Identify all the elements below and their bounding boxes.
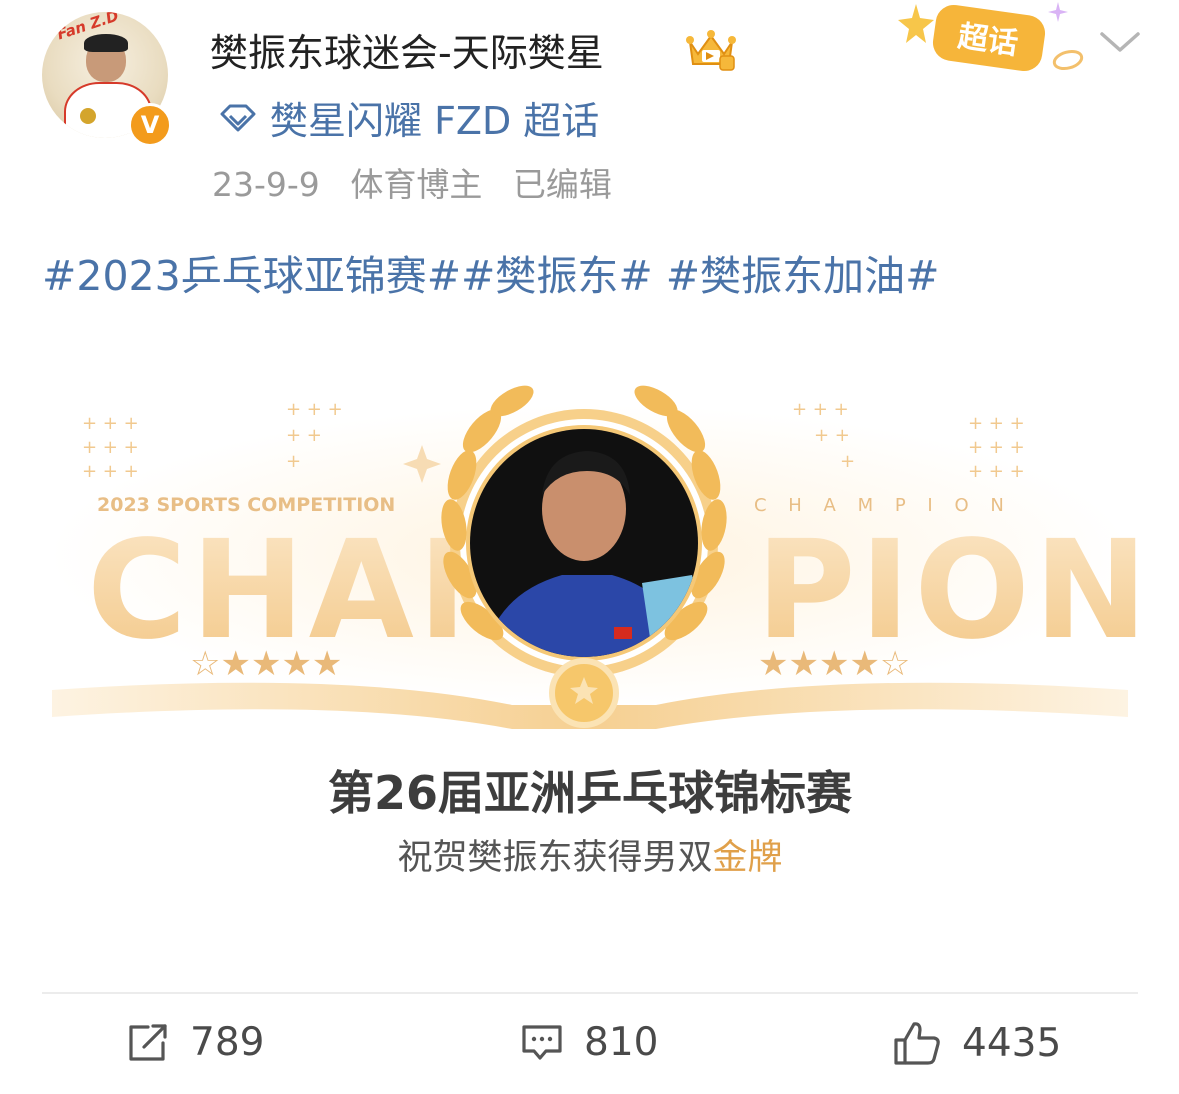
divider <box>42 992 1138 994</box>
post-image[interactable]: + + + + + + + + + + + + + + + + + + + + + + + … <box>42 325 1138 955</box>
svg-text:+ +: + + <box>286 425 322 446</box>
svg-text:+ + +: + + + <box>792 399 849 420</box>
svg-text:+ + +: + + + <box>968 437 1025 458</box>
comment-icon <box>522 1024 562 1060</box>
svg-text:+ + +: + + + <box>82 461 139 482</box>
svg-text:+ +: + + <box>814 425 850 446</box>
supertopic-link-label: 樊星闪耀 FZD 超话 <box>270 99 600 143</box>
verified-badge: V <box>128 103 172 147</box>
edited-label[interactable]: 已编辑 <box>513 165 612 204</box>
comment-count: 810 <box>584 1020 659 1065</box>
svg-text:★★★★☆: ★★★★☆ <box>758 644 910 684</box>
avatar-figure-hair <box>84 34 128 52</box>
post-hashtags[interactable]: #2023乒乓球亚锦赛##樊振东# #樊振东加油# <box>42 242 940 302</box>
svg-text:☆★★★★: ☆★★★★ <box>190 644 342 684</box>
post-date: 23-9-9 <box>212 165 320 204</box>
svg-text:+ + +: + + + <box>82 437 139 458</box>
supertopic-badge[interactable]: 超话 <box>898 0 1088 80</box>
image-title: 第26届亚洲乒乓球锦标赛 <box>327 766 852 820</box>
repost-count: 789 <box>190 1020 265 1065</box>
username[interactable]: 樊振东球迷会-天际樊星 <box>210 22 604 77</box>
repost-icon <box>129 1023 167 1061</box>
thumbs-up-icon <box>894 1022 940 1065</box>
image-subtitle-text: 祝贺樊振东获得男双 <box>397 838 713 878</box>
svg-text:+: + <box>286 451 301 472</box>
supertopic-link[interactable]: 樊星闪耀 FZD 超话 <box>218 90 599 145</box>
post-meta: 23-9-9 体育博主 已编辑 <box>212 158 632 206</box>
svg-text:+ + +: + + + <box>82 413 139 434</box>
image-subtitle-highlight: 金牌 <box>712 838 783 878</box>
image-subtitle: 祝贺樊振东获得男双金牌 <box>42 829 1138 880</box>
svg-text:+ + +: + + + <box>968 461 1025 482</box>
like-button[interactable]: 4435 <box>892 1020 1061 1066</box>
svg-text:+: + <box>840 451 855 472</box>
champion-banner: + + + + + + + + + + + + + + + + + + + + + + + … <box>50 385 1138 729</box>
diamond-icon <box>220 104 256 131</box>
avatar-medal <box>80 108 96 124</box>
crown-icon <box>686 30 736 71</box>
author-role: 体育博主 <box>350 165 483 204</box>
chevron-down-icon[interactable] <box>1098 24 1142 58</box>
repost-button[interactable]: 789 <box>126 1020 264 1065</box>
comment-button[interactable]: 810 <box>520 1020 658 1065</box>
svg-text:+ + +: + + + <box>968 413 1025 434</box>
like-count: 4435 <box>962 1020 1062 1066</box>
svg-text:+ + +: + + + <box>286 399 343 420</box>
